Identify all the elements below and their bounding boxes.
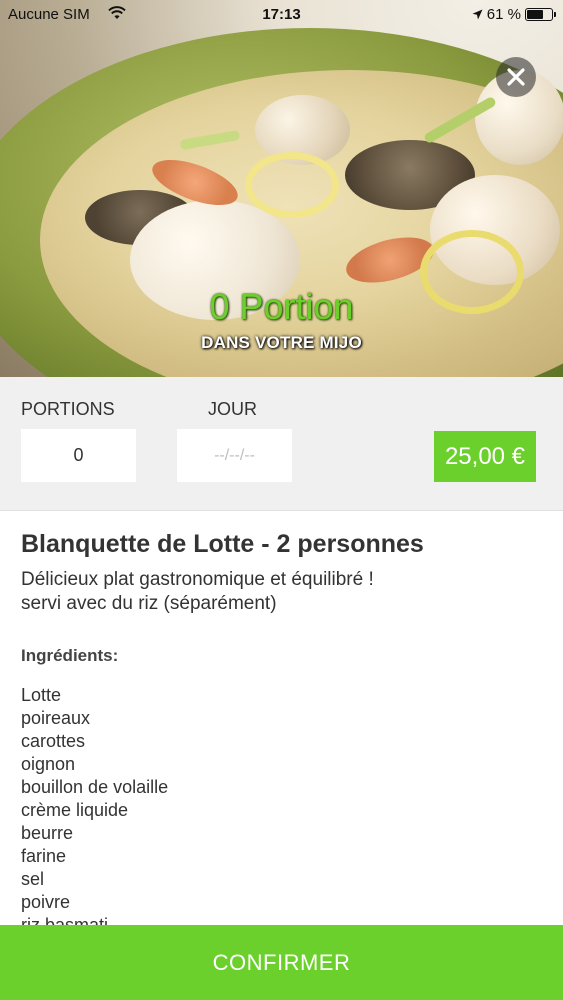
description-line: servi avec du riz (séparément)	[21, 593, 277, 614]
dish-description: Délicieux plat gastronomique et équilibr…	[21, 568, 541, 616]
ingredient-item: carottes	[21, 731, 86, 751]
portion-count: 0 Portion	[209, 286, 354, 327]
ingredient-item: oignon	[21, 754, 76, 774]
ingredient-item: poivre	[21, 892, 71, 912]
portions-input[interactable]: 0	[21, 429, 136, 482]
close-button[interactable]	[496, 57, 536, 97]
ingredient-item: bouillon de volaille	[21, 777, 169, 797]
ingredient-item: poireaux	[21, 708, 91, 728]
close-icon	[507, 68, 525, 86]
ingredient-item: farine	[21, 846, 67, 866]
jour-label: JOUR	[208, 399, 257, 419]
dish-title: Blanquette de Lotte - 2 personnes	[21, 530, 424, 558]
battery-icon	[525, 8, 556, 21]
ingredients-title: Ingrédients:	[21, 646, 119, 665]
status-bar: Aucune SIM 17:13 61 %	[0, 0, 563, 30]
ingredients-list: Lotte poireaux carottes oignon bouillon …	[21, 684, 541, 937]
dish-details: Blanquette de Lotte - 2 personnes Délici…	[21, 528, 541, 937]
ingredient-item: Lotte	[21, 685, 62, 705]
portion-subtitle: DANS VOTRE MIJO	[201, 333, 362, 352]
dish-photo: Aucune SIM 17:13 61 % 0 Portion DANS VOT…	[0, 0, 563, 377]
jour-input[interactable]: --/--/--	[177, 429, 292, 482]
ingredient-item: crème liquide	[21, 800, 129, 820]
price-badge: 25,00 €	[434, 431, 536, 482]
ingredient-item: beurre	[21, 823, 74, 843]
confirm-button[interactable]: CONFIRMER	[0, 925, 563, 1000]
ingredient-item: sel	[21, 869, 45, 889]
portions-label: PORTIONS	[21, 399, 115, 419]
description-line: Délicieux plat gastronomique et équilibr…	[21, 569, 374, 590]
battery-percent: 61 %	[486, 6, 521, 23]
location-arrow-icon	[472, 9, 483, 20]
order-form: PORTIONS JOUR 0 --/--/-- 25,00 €	[0, 377, 563, 511]
